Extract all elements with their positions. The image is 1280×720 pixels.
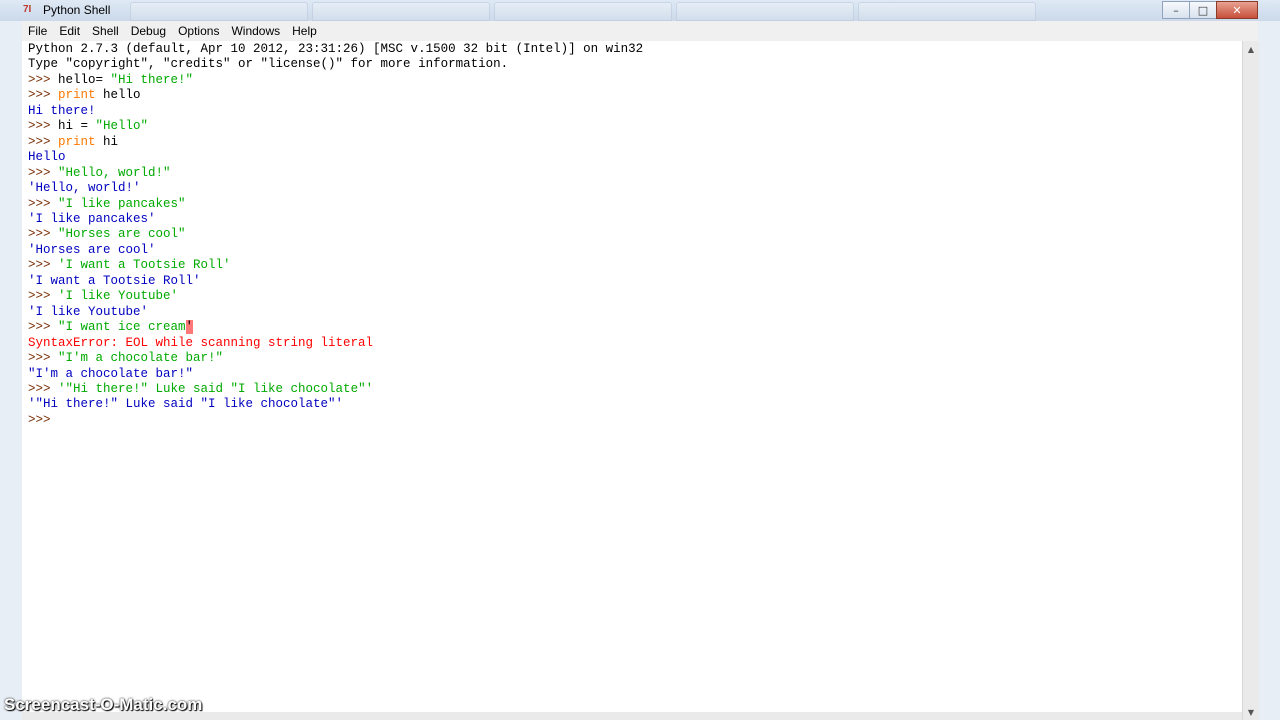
output-line: 'Horses are cool' — [28, 242, 156, 257]
scroll-down-arrow-icon[interactable]: ▼ — [1243, 704, 1259, 720]
background-tab — [130, 2, 308, 21]
input-line: >>> 'I like Youtube' — [28, 289, 643, 304]
error-line: SyntaxError: EOL while scanning string l… — [28, 335, 374, 350]
shell-prompt: >>> — [28, 381, 59, 396]
input-line: >>> "Horses are cool" — [28, 227, 643, 242]
minimize-button[interactable]: – — [1162, 1, 1190, 19]
close-button[interactable]: ✕ — [1216, 1, 1258, 19]
code-token: hello= — [58, 72, 111, 87]
vertical-scrollbar[interactable]: ▲ ▼ — [1242, 41, 1259, 720]
scroll-up-arrow-icon[interactable]: ▲ — [1243, 41, 1259, 57]
output-line: "I'm a chocolate bar!" — [28, 366, 194, 381]
title-bar: 7Ɩ Python Shell – □ ✕ — [0, 0, 1280, 21]
shell-prompt: >>> — [28, 412, 59, 427]
shell-prompt: >>> — [28, 227, 59, 242]
shell-text-area[interactable]: Python 2.7.3 (default, Apr 10 2012, 23:3… — [22, 41, 1242, 720]
output-line: 'I want a Tootsie Roll' — [28, 273, 201, 288]
code-token: "Hello" — [95, 119, 149, 134]
input-line: >>> "I like pancakes" — [28, 197, 643, 212]
input-line: >>> hi = "Hello" — [28, 119, 643, 134]
code-token: print — [58, 88, 96, 103]
code-token: 'I like Youtube' — [58, 289, 179, 304]
background-taskbar-tabs — [130, 2, 1036, 21]
input-line: >>> '"Hi there!" Luke said "I like choco… — [28, 382, 643, 397]
background-tab — [312, 2, 490, 21]
code-token: 'I want a Tootsie Roll' — [58, 258, 231, 273]
window-frame-left — [0, 21, 22, 720]
menu-shell[interactable]: Shell — [86, 21, 125, 41]
horizontal-scrollbar[interactable] — [22, 712, 1242, 720]
shell-prompt: >>> — [28, 165, 59, 180]
output-line: 'I like pancakes' — [28, 211, 156, 226]
background-tab — [494, 2, 672, 21]
input-line: >>> print hello — [28, 88, 643, 103]
code-token: hi = — [58, 119, 96, 134]
shell-prompt: >>> — [28, 258, 59, 273]
window-controls: – □ ✕ — [1162, 1, 1258, 19]
shell-prompt: >>> — [28, 134, 59, 149]
menu-options[interactable]: Options — [172, 21, 225, 41]
input-line: >>> hello= "Hi there!" — [28, 73, 643, 88]
output-line: '"Hi there!" Luke said "I like chocolate… — [28, 397, 344, 412]
code-token: hi — [95, 134, 119, 149]
input-line: >>> 'I want a Tootsie Roll' — [28, 258, 643, 273]
background-tab — [676, 2, 854, 21]
menu-windows[interactable]: Windows — [225, 21, 286, 41]
menu-file[interactable]: File — [22, 21, 53, 41]
code-token: print — [58, 134, 96, 149]
shell-prompt: >>> — [28, 351, 59, 366]
menu-help[interactable]: Help — [286, 21, 323, 41]
banner-line: Python 2.7.3 (default, Apr 10 2012, 23:3… — [28, 42, 644, 56]
menu-debug[interactable]: Debug — [125, 21, 172, 41]
code-token: "Hi there!" — [110, 72, 194, 87]
shell-prompt: >>> — [28, 88, 59, 103]
shell-prompt: >>> — [28, 196, 59, 211]
input-line: >>> "Hello, world!" — [28, 166, 643, 181]
code-token: '"Hi there!" Luke said "I like chocolate… — [58, 381, 374, 396]
code-token: "Hello, world!" — [58, 165, 171, 180]
output-line: 'I like Youtube' — [28, 304, 149, 319]
shell-lines: Python 2.7.3 (default, Apr 10 2012, 23:3… — [28, 42, 643, 428]
shell-prompt: >>> — [28, 119, 59, 134]
python-idle-icon: 7Ɩ — [23, 4, 32, 15]
shell-prompt: >>> — [28, 72, 59, 87]
code-token: "I want ice cream — [58, 320, 186, 335]
input-line: >>> "I'm a chocolate bar!" — [28, 351, 643, 366]
shell-prompt: >>> — [28, 289, 59, 304]
menu-edit[interactable]: Edit — [53, 21, 86, 41]
shell-prompt: >>> — [28, 320, 59, 335]
output-line: 'Hello, world!' — [28, 181, 141, 196]
input-line: >>> print hi — [28, 135, 643, 150]
input-line: >>> — [28, 413, 643, 428]
error-highlight: ' — [185, 320, 194, 335]
input-line: >>> "I want ice cream' — [28, 320, 643, 335]
code-token: hello — [95, 88, 141, 103]
code-token: "Horses are cool" — [58, 227, 186, 242]
code-token: "I'm a chocolate bar!" — [58, 351, 224, 366]
output-line: Hello — [28, 150, 66, 165]
code-token: "I like pancakes" — [58, 196, 186, 211]
output-line: Hi there! — [28, 103, 96, 118]
banner-line: Type "copyright", "credits" or "license(… — [28, 57, 509, 72]
maximize-button[interactable]: □ — [1189, 1, 1217, 19]
window-title: Python Shell — [43, 3, 111, 17]
menu-bar: File Edit Shell Debug Options Windows He… — [22, 21, 1258, 41]
background-tab — [858, 2, 1036, 21]
watermark-text: Screencast-O-Matic.com — [4, 695, 203, 714]
window-frame-right — [1258, 21, 1280, 720]
